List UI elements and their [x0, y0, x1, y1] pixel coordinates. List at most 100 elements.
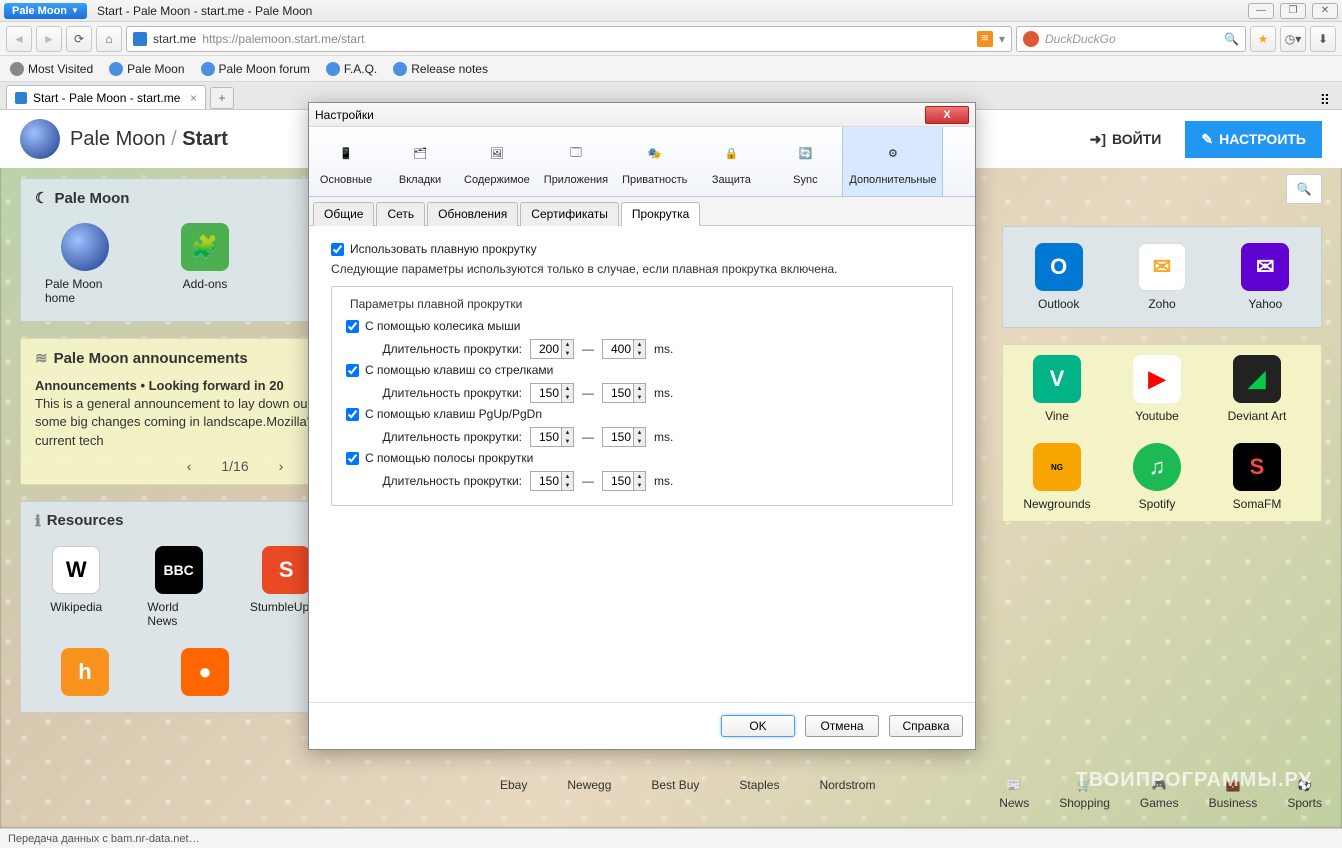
app-menu-button[interactable]: Pale Moon	[4, 3, 87, 19]
duration-min-input[interactable]	[531, 472, 561, 490]
tile-zoho[interactable]: ✉Zoho	[1130, 243, 1193, 311]
tile-somafm[interactable]: SSomaFM	[1217, 443, 1297, 511]
spin-up-icon[interactable]: ▲	[634, 384, 645, 393]
scroll-group-checkbox-2[interactable]	[346, 408, 359, 421]
login-button[interactable]: ➜] ВОЙТИ	[1076, 123, 1176, 156]
tile-vine[interactable]: VVine	[1017, 355, 1097, 423]
tab-applications[interactable]: 🗔Приложения	[537, 127, 615, 196]
spin-up-icon[interactable]: ▲	[562, 384, 573, 393]
tab-security[interactable]: 🔒Защита	[694, 127, 768, 196]
spin-up-icon[interactable]: ▲	[562, 472, 573, 481]
pager-next-button[interactable]: ›	[279, 458, 284, 474]
tile-youtube[interactable]: ▶Youtube	[1117, 355, 1197, 423]
tile-wikipedia[interactable]: WWikipedia	[45, 546, 107, 628]
new-tab-button[interactable]: +	[210, 87, 234, 109]
scroll-group-checkbox-3[interactable]	[346, 452, 359, 465]
duration-min-spinner-0[interactable]: ▲▼	[530, 339, 574, 359]
tab-content[interactable]: 🖼Содержимое	[457, 127, 537, 196]
cat-business[interactable]: 💼Business	[1209, 778, 1258, 810]
spin-down-icon[interactable]: ▼	[562, 393, 573, 402]
cat-shopping[interactable]: 🛒Shopping	[1059, 778, 1110, 810]
cat-nordstrom[interactable]: Nordstrom	[819, 778, 875, 810]
downloads-button[interactable]: ⬇	[1310, 26, 1336, 52]
duration-max-input[interactable]	[603, 428, 633, 446]
tile-newgrounds[interactable]: NGNewgrounds	[1017, 443, 1097, 511]
bookmark-forum[interactable]: Pale Moon forum	[201, 62, 310, 76]
tile-deviantart[interactable]: ◢Deviant Art	[1217, 355, 1297, 423]
tile-spotify[interactable]: ♫Spotify	[1117, 443, 1197, 511]
tile-palemoon-home[interactable]: Pale Moon home	[45, 223, 125, 305]
spin-down-icon[interactable]: ▼	[562, 349, 573, 358]
rss-icon[interactable]: ≋	[977, 31, 993, 47]
duration-min-spinner-2[interactable]: ▲▼	[530, 427, 574, 447]
tile-outlook[interactable]: OOutlook	[1027, 243, 1090, 311]
tile-addons[interactable]: 🧩Add-ons	[165, 223, 245, 305]
duration-max-input[interactable]	[603, 384, 633, 402]
cat-ebay[interactable]: Ebay	[500, 778, 527, 810]
dropdown-icon[interactable]: ▾	[999, 32, 1005, 46]
tab-general[interactable]: 📱Основные	[309, 127, 383, 196]
subtab-updates[interactable]: Обновления	[427, 202, 518, 226]
ok-button[interactable]: OK	[721, 715, 795, 737]
spin-down-icon[interactable]: ▼	[634, 437, 645, 446]
spin-down-icon[interactable]: ▼	[634, 481, 645, 490]
subtab-scrolling[interactable]: Прокрутка	[621, 202, 700, 226]
tile-extra1[interactable]: h	[45, 648, 125, 696]
bookmark-faq[interactable]: F.A.Q.	[326, 62, 377, 76]
tab-advanced[interactable]: ⚙Дополнительные	[842, 127, 943, 196]
tab-tabs[interactable]: 🗂Вкладки	[383, 127, 457, 196]
duration-max-input[interactable]	[603, 340, 633, 358]
duration-min-input[interactable]	[531, 384, 561, 402]
cat-bestbuy[interactable]: Best Buy	[651, 778, 699, 810]
cancel-button[interactable]: Отмена	[805, 715, 879, 737]
spin-down-icon[interactable]: ▼	[562, 437, 573, 446]
duration-max-spinner-0[interactable]: ▲▼	[602, 339, 646, 359]
cat-staples[interactable]: Staples	[739, 778, 779, 810]
spin-up-icon[interactable]: ▲	[562, 340, 573, 349]
tile-extra2[interactable]: ●	[165, 648, 245, 696]
spin-down-icon[interactable]: ▼	[634, 393, 645, 402]
spin-down-icon[interactable]: ▼	[634, 349, 645, 358]
duration-min-input[interactable]	[531, 428, 561, 446]
tile-worldnews[interactable]: BBCWorld News	[147, 546, 209, 628]
subtab-certificates[interactable]: Сертификаты	[520, 202, 619, 226]
cat-sports[interactable]: ⚽Sports	[1287, 778, 1322, 810]
tab-sync[interactable]: 🔄Sync	[768, 127, 842, 196]
tile-yahoo[interactable]: ✉Yahoo	[1234, 243, 1297, 311]
subtab-general[interactable]: Общие	[313, 202, 374, 226]
cat-news[interactable]: 📰News	[999, 778, 1029, 810]
tab-active[interactable]: Start - Pale Moon - start.me ×	[6, 85, 206, 109]
bookmark-palemoon[interactable]: Pale Moon	[109, 62, 184, 76]
help-button[interactable]: Справка	[889, 715, 963, 737]
search-bar[interactable]: DuckDuckGo 🔍	[1016, 26, 1246, 52]
window-close-button[interactable]: ✕	[1312, 3, 1338, 19]
subtab-network[interactable]: Сеть	[376, 202, 425, 226]
page-search-button[interactable]: 🔍	[1286, 174, 1322, 204]
url-bar[interactable]: start.me https://palemoon.start.me/start…	[126, 26, 1012, 52]
bookmark-star-button[interactable]: ★	[1250, 26, 1276, 52]
scroll-group-checkbox-1[interactable]	[346, 364, 359, 377]
duration-max-spinner-1[interactable]: ▲▼	[602, 383, 646, 403]
search-go-icon[interactable]: 🔍	[1224, 32, 1239, 46]
configure-button[interactable]: ✎ НАСТРОИТЬ	[1185, 121, 1322, 158]
duration-min-input[interactable]	[531, 340, 561, 358]
window-minimize-button[interactable]: —	[1248, 3, 1274, 19]
duration-max-input[interactable]	[603, 472, 633, 490]
duration-max-spinner-3[interactable]: ▲▼	[602, 471, 646, 491]
dialog-close-button[interactable]: X	[925, 106, 969, 124]
tab-overflow-button[interactable]: ⠿	[1314, 92, 1336, 109]
pager-prev-button[interactable]: ‹	[187, 458, 192, 474]
tab-privacy[interactable]: 🎭Приватность	[615, 127, 694, 196]
duration-min-spinner-3[interactable]: ▲▼	[530, 471, 574, 491]
history-button[interactable]: ◷▾	[1280, 26, 1306, 52]
window-maximize-button[interactable]: ❐	[1280, 3, 1306, 19]
spin-up-icon[interactable]: ▲	[562, 428, 573, 437]
smooth-scroll-checkbox[interactable]	[331, 243, 344, 256]
tab-close-button[interactable]: ×	[190, 91, 197, 105]
bookmark-release[interactable]: Release notes	[393, 62, 488, 76]
duration-max-spinner-2[interactable]: ▲▼	[602, 427, 646, 447]
back-button[interactable]: ◄	[6, 26, 32, 52]
scroll-group-checkbox-0[interactable]	[346, 320, 359, 333]
cat-newegg[interactable]: Newegg	[567, 778, 611, 810]
spin-up-icon[interactable]: ▲	[634, 340, 645, 349]
